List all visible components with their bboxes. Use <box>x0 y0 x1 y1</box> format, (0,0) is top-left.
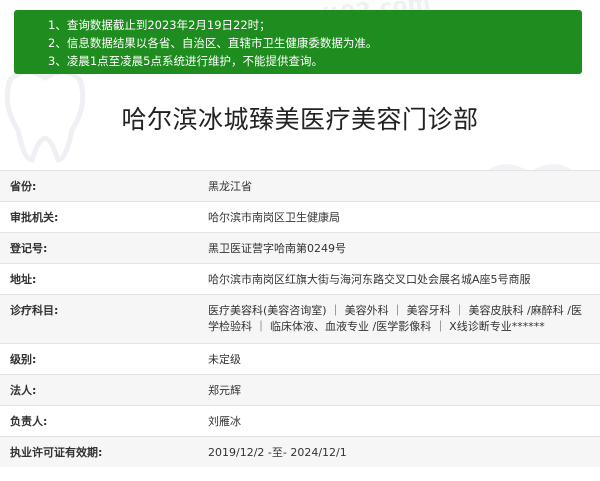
row-label: 执业许可证有效期: <box>10 446 103 459</box>
row-value: 刘雁冰 <box>208 415 241 428</box>
table-row-level: 级别: 未定级 <box>0 343 600 375</box>
table-row-departments: 诊疗科目: 医疗美容科(美容咨询室) ｜ 美容外科 ｜ 美容牙科 ｜ 美容皮肤科… <box>0 294 600 344</box>
row-value: 黑龙江省 <box>208 180 252 193</box>
clinic-info-table: 省份: 黑龙江省 审批机关: 哈尔滨市南岗区卫生健康局 登记号: 黑卫医证营字哈… <box>0 170 600 467</box>
row-label: 审批机关: <box>10 211 59 224</box>
table-row-license-validity: 执业许可证有效期: 2019/12/2 -至- 2024/12/1 <box>0 436 600 467</box>
row-value: 医疗美容科(美容咨询室) ｜ 美容外科 ｜ 美容牙科 ｜ 美容皮肤科 /麻醉科 … <box>208 304 582 333</box>
notice-line-2: 2、信息数据结果以各省、自治区、直辖市卫生健康委数据为准。 <box>48 36 378 50</box>
row-value: 未定级 <box>208 353 241 366</box>
row-label: 级别: <box>10 353 37 366</box>
table-row-person-in-charge: 负责人: 刘雁冰 <box>0 405 600 437</box>
table-row-legal-person: 法人: 郑元辉 <box>0 374 600 406</box>
row-label: 省份: <box>10 180 37 193</box>
table-row-registration-number: 登记号: 黑卫医证营字哈南第0249号 <box>0 232 600 264</box>
row-value: 哈尔滨市南岗区卫生健康局 <box>208 211 340 224</box>
row-label: 登记号: <box>10 242 48 255</box>
row-label: 地址: <box>10 273 37 286</box>
notice-line-3: 3、凌晨1点至凌晨5点系统进行维护，不能提供查询。 <box>48 54 323 68</box>
notice-line-1: 1、查询数据截止到2023年2月19日22时； <box>48 18 271 32</box>
notice-banner: 1、查询数据截止到2023年2月19日22时； 2、信息数据结果以各省、自治区、… <box>14 10 582 74</box>
table-row-address: 地址: 哈尔滨市南岗区红旗大街与海河东路交叉口处会展名城A座5号商服 <box>0 263 600 295</box>
row-label: 法人: <box>10 384 37 397</box>
row-value: 哈尔滨市南岗区红旗大街与海河东路交叉口处会展名城A座5号商服 <box>208 273 531 286</box>
table-row-province: 省份: 黑龙江省 <box>0 170 600 202</box>
page-title: 哈尔滨冰城臻美医疗美容门诊部 <box>121 105 479 134</box>
table-row-approval-authority: 审批机关: 哈尔滨市南岗区卫生健康局 <box>0 201 600 233</box>
row-label: 诊疗科目: <box>10 304 59 317</box>
row-value: 郑元辉 <box>208 384 241 397</box>
row-value: 2019/12/2 -至- 2024/12/1 <box>208 446 347 459</box>
row-label: 负责人: <box>10 415 48 428</box>
row-value: 黑卫医证营字哈南第0249号 <box>208 242 346 255</box>
